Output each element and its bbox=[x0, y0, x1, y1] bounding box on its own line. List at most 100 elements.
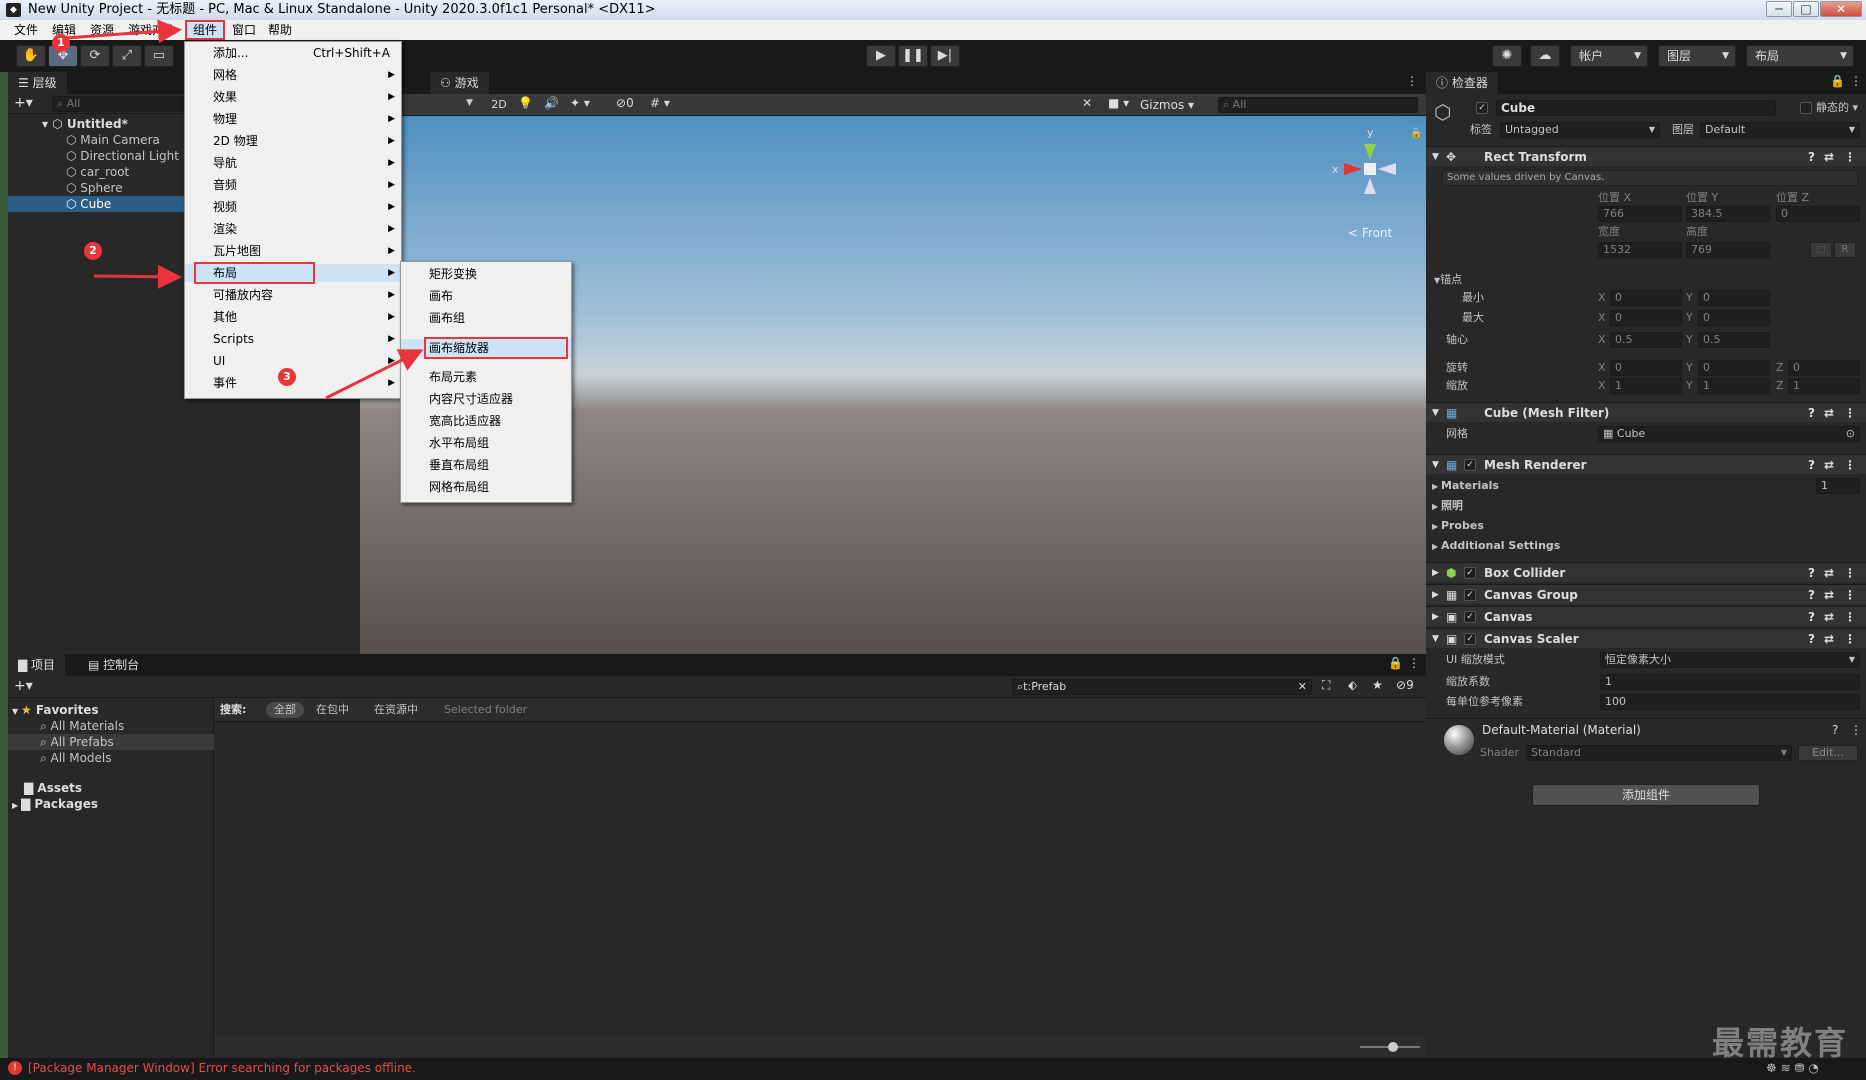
help-icon[interactable]: ? bbox=[1808, 455, 1815, 475]
menu-item-navigation[interactable]: 导航 ▶ bbox=[185, 154, 401, 172]
lightbulb-icon[interactable]: 💡 bbox=[518, 96, 533, 110]
anchor-max-y-field[interactable]: 0 bbox=[1698, 310, 1770, 326]
layout-dropdown[interactable]: 布局 ▼ bbox=[1746, 45, 1854, 67]
scene-gizmo-icon[interactable]: y x bbox=[1320, 124, 1420, 214]
preset-icon[interactable]: ⇄ bbox=[1824, 563, 1834, 583]
layer-dropdown[interactable]: Default ▼ bbox=[1700, 122, 1860, 138]
canvas-group-header[interactable]: ▶ ▦ ✓ Canvas Group ? ⇄ ⋮ bbox=[1426, 584, 1866, 604]
ui-scale-mode-dropdown[interactable]: 恒定像素大小 ▼ bbox=[1600, 652, 1860, 668]
rect-tool-icon[interactable]: ▭ bbox=[144, 45, 174, 67]
more-icon[interactable]: ⋮ bbox=[1850, 723, 1862, 737]
step-button-icon[interactable]: ▶| bbox=[930, 45, 960, 67]
help-icon[interactable]: ? bbox=[1808, 607, 1815, 627]
status-error-message[interactable]: [Package Manager Window] Error searching… bbox=[28, 1061, 416, 1075]
canvas-group-enabled-checkbox[interactable]: ✓ bbox=[1464, 589, 1476, 601]
scale-factor-field[interactable]: 1 bbox=[1600, 674, 1860, 690]
object-name-field[interactable]: Cube bbox=[1496, 100, 1776, 116]
menu-item-canvas-group[interactable]: 画布组 bbox=[401, 309, 571, 327]
help-icon[interactable]: ? bbox=[1832, 723, 1838, 737]
pos-z-field[interactable]: 0 bbox=[1776, 206, 1860, 222]
layers-dropdown[interactable]: 图层 ▼ bbox=[1658, 45, 1736, 67]
menu-item-rendering[interactable]: 渲染 ▶ bbox=[185, 220, 401, 238]
preset-icon[interactable]: ⇄ bbox=[1824, 629, 1834, 649]
menu-item-rect-transform[interactable]: 矩形变换 bbox=[401, 265, 571, 283]
menu-item-physics[interactable]: 物理 ▶ bbox=[185, 110, 401, 128]
box-collider-header[interactable]: ▶ ⬢ ✓ Box Collider ? ⇄ ⋮ bbox=[1426, 562, 1866, 582]
collab-icon[interactable]: ✺ bbox=[1492, 45, 1522, 67]
scale-x-field[interactable]: 1 bbox=[1610, 378, 1682, 394]
add-icon[interactable]: +▾ bbox=[14, 678, 33, 694]
menu-item-scripts[interactable]: Scripts ▶ bbox=[185, 330, 401, 348]
menu-item-layout-element[interactable]: 布局元素 bbox=[401, 368, 571, 386]
menu-gameobject[interactable]: 游戏对象 bbox=[122, 20, 182, 40]
minimize-button[interactable]: ─ bbox=[1766, 1, 1792, 17]
materials-foldout[interactable]: ▶ Materials bbox=[1432, 478, 1499, 495]
help-icon[interactable]: ? bbox=[1808, 147, 1815, 167]
more-icon[interactable]: ⋮ bbox=[1408, 656, 1420, 670]
more-icon[interactable]: ⋮ bbox=[1850, 74, 1862, 88]
filter-in-packages-button[interactable]: 在包中 bbox=[316, 702, 349, 718]
canvas-scaler-enabled-checkbox[interactable]: ✓ bbox=[1464, 633, 1476, 645]
static-label[interactable]: 静态的 ▾ bbox=[1816, 100, 1858, 116]
more-icon[interactable]: ⋮ bbox=[1406, 74, 1418, 88]
cloud-icon[interactable]: ☁ bbox=[1530, 45, 1560, 67]
more-icon[interactable]: ⋮ bbox=[1844, 455, 1856, 475]
scene-search-input[interactable]: ⌕ All bbox=[1218, 97, 1418, 113]
scale-y-field[interactable]: 1 bbox=[1698, 378, 1770, 394]
favorite-all-prefabs[interactable]: ⌕ All Prefabs bbox=[8, 734, 214, 750]
project-tab[interactable]: ▇ 项目 bbox=[8, 654, 66, 676]
tag-dropdown[interactable]: Untagged ▼ bbox=[1500, 122, 1660, 138]
rotation-y-field[interactable]: 0 bbox=[1698, 360, 1770, 376]
menu-item-add[interactable]: 添加... Ctrl+Shift+A bbox=[185, 44, 401, 62]
close-button[interactable]: ✕ bbox=[1820, 1, 1862, 17]
anchor-min-x-field[interactable]: 0 bbox=[1610, 290, 1682, 306]
hidden-objects-toggle[interactable]: ⊘0 bbox=[616, 96, 634, 110]
mesh-filter-header[interactable]: ▼ ▦ Cube (Mesh Filter) ? ⇄ ⋮ bbox=[1426, 402, 1866, 422]
box-collider-enabled-checkbox[interactable]: ✓ bbox=[1464, 567, 1476, 579]
account-dropdown[interactable]: 帐户 ▼ bbox=[1570, 45, 1648, 67]
console-tab[interactable]: ▤ 控制台 bbox=[78, 654, 150, 676]
project-search-input[interactable]: ⌕t:Prefab ✕ bbox=[1012, 679, 1312, 695]
inspector-tab[interactable]: ⓘ 检查器 bbox=[1426, 72, 1498, 94]
static-checkbox[interactable] bbox=[1800, 102, 1812, 114]
menu-item-mesh[interactable]: 网格 ▶ bbox=[185, 66, 401, 84]
filter-by-label-icon[interactable]: ⬖ bbox=[1348, 678, 1357, 692]
pivot-y-field[interactable]: 0.5 bbox=[1698, 332, 1770, 348]
preset-icon[interactable]: ⇄ bbox=[1824, 147, 1834, 167]
menu-item-content-size-fitter[interactable]: 内容尺寸适应器 bbox=[401, 390, 571, 408]
menu-file[interactable]: 文件 bbox=[8, 20, 44, 40]
mesh-renderer-header[interactable]: ▼ ▦ ✓ Mesh Renderer ? ⇄ ⋮ bbox=[1426, 454, 1866, 474]
camera-icon[interactable]: ■ ▾ bbox=[1108, 96, 1129, 110]
lighting-foldout[interactable]: ▶ 照明 bbox=[1432, 498, 1463, 515]
scale-tool-icon[interactable]: ⤢ bbox=[112, 45, 142, 67]
gizmos-dropdown[interactable]: Gizmos ▾ bbox=[1140, 96, 1194, 114]
menu-item-tilemap[interactable]: 瓦片地图 ▶ bbox=[185, 242, 401, 260]
assets-folder[interactable]: ▇ Assets bbox=[24, 780, 82, 796]
game-tab[interactable]: ⚇ 游戏 bbox=[430, 72, 489, 94]
height-field[interactable]: 769 bbox=[1686, 242, 1770, 258]
canvas-header[interactable]: ▶ ▣ ✓ Canvas ? ⇄ ⋮ bbox=[1426, 606, 1866, 626]
menu-item-grid-layout-group[interactable]: 网格布局组 bbox=[401, 478, 571, 496]
filter-in-assets-button[interactable]: 在资源中 bbox=[374, 702, 418, 718]
additional-settings-foldout[interactable]: ▶ Additional Settings bbox=[1432, 538, 1560, 555]
favorite-all-materials[interactable]: ⌕ All Materials bbox=[40, 718, 124, 734]
menu-item-physics-2d[interactable]: 2D 物理 ▶ bbox=[185, 132, 401, 150]
canvas-enabled-checkbox[interactable]: ✓ bbox=[1464, 611, 1476, 623]
rotate-tool-icon[interactable]: ⟳ bbox=[80, 45, 110, 67]
menu-item-ui[interactable]: UI ▶ bbox=[185, 352, 401, 370]
hidden-packages-toggle[interactable]: ⊘9 bbox=[1396, 678, 1414, 692]
menu-assets[interactable]: 资源 bbox=[84, 20, 120, 40]
width-field[interactable]: 1532 bbox=[1598, 242, 1682, 258]
rotation-z-field[interactable]: 0 bbox=[1788, 360, 1860, 376]
favorite-all-models[interactable]: ⌕ All Models bbox=[40, 750, 112, 766]
pivot-x-field[interactable]: 0.5 bbox=[1610, 332, 1682, 348]
filter-selected-folder-button[interactable]: Selected folder bbox=[444, 702, 527, 718]
preset-icon[interactable]: ⇄ bbox=[1824, 455, 1834, 475]
menu-item-vertical-layout-group[interactable]: 垂直布局组 bbox=[401, 456, 571, 474]
rect-transform-header[interactable]: ▼ ✥ Rect Transform ? ⇄ ⋮ bbox=[1426, 146, 1866, 166]
ref-ppu-field[interactable]: 100 bbox=[1600, 694, 1860, 710]
more-icon[interactable]: ⋮ bbox=[1844, 147, 1856, 167]
help-icon[interactable]: ? bbox=[1808, 403, 1815, 423]
menu-component[interactable]: 组件 bbox=[185, 20, 226, 40]
hand-tool-icon[interactable]: ✋ bbox=[16, 45, 46, 67]
